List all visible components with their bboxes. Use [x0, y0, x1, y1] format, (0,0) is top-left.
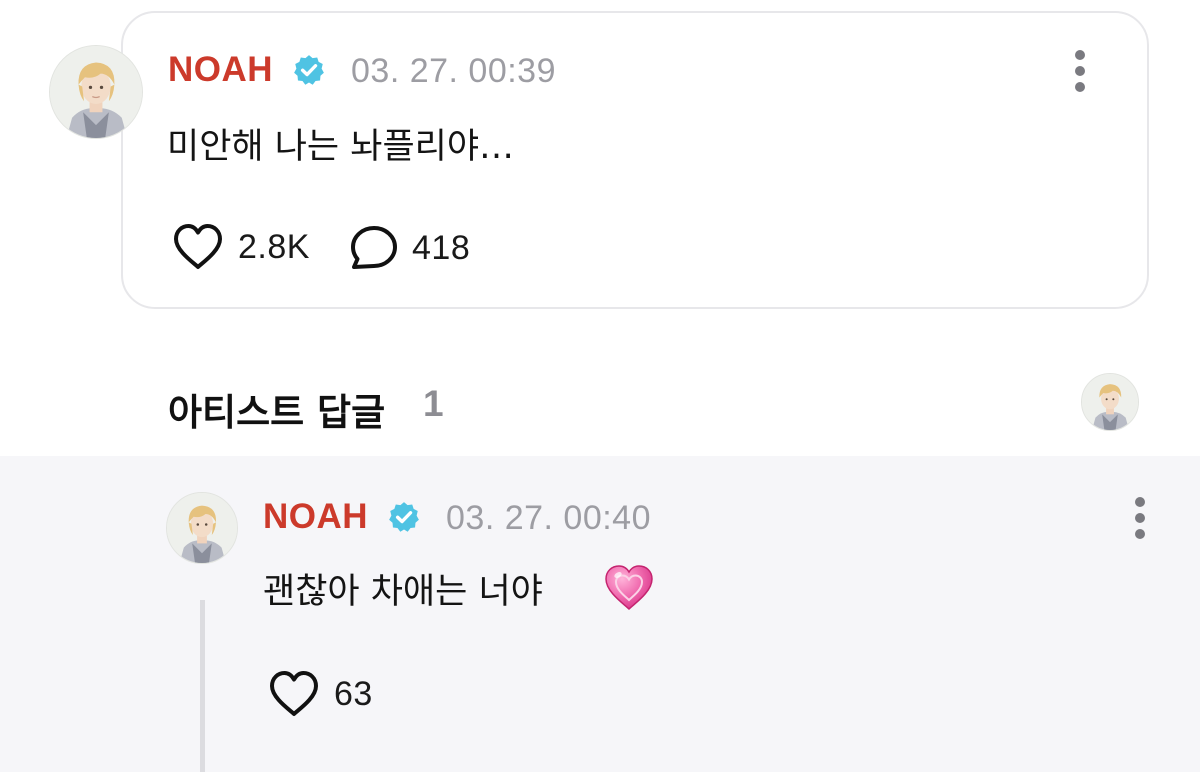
- heart-icon: [174, 224, 222, 269]
- artist-avatar[interactable]: [1081, 373, 1139, 431]
- reply-more-options-icon[interactable]: [1130, 497, 1150, 541]
- artist-replies-count: 1: [423, 383, 444, 424]
- avatar-illustration: [1082, 374, 1138, 430]
- artist-replies-title: 아티스트 답글: [168, 391, 386, 434]
- reply-author-avatar[interactable]: [166, 492, 238, 564]
- post-timestamp: 03. 27. 00:39: [351, 52, 557, 90]
- reply-like-count: 63: [334, 674, 373, 713]
- reply-text-content: 괜찮아 차애는 너야: [263, 572, 543, 612]
- post-comment-button[interactable]: 418: [350, 225, 470, 271]
- post-author-avatar[interactable]: [49, 45, 143, 139]
- verified-badge-icon: [387, 500, 421, 534]
- post-like-count: 2.8K: [238, 227, 310, 266]
- avatar-illustration: [50, 46, 142, 138]
- reply-like-button[interactable]: 63: [268, 670, 373, 718]
- avatar-illustration: [167, 493, 237, 563]
- reply-text: 괜찮아 차애는 너야 💗: [263, 563, 543, 614]
- post-more-options-icon[interactable]: [1070, 50, 1090, 94]
- reply-timestamp: 03. 27. 00:40: [446, 499, 652, 537]
- verified-badge-icon: [292, 53, 326, 87]
- post-comment-count: 418: [412, 228, 471, 267]
- reply-username[interactable]: NOAH: [263, 497, 368, 537]
- heart-icon: [270, 671, 318, 716]
- pink-heart-icon: [603, 563, 655, 613]
- post-username[interactable]: NOAH: [168, 50, 273, 90]
- comment-bubble-icon: [351, 226, 397, 269]
- post-like-button[interactable]: 2.8K: [172, 223, 310, 271]
- reply-thread-line: [200, 600, 205, 772]
- post-text: 미안해 나는 놔플리야…: [167, 127, 515, 167]
